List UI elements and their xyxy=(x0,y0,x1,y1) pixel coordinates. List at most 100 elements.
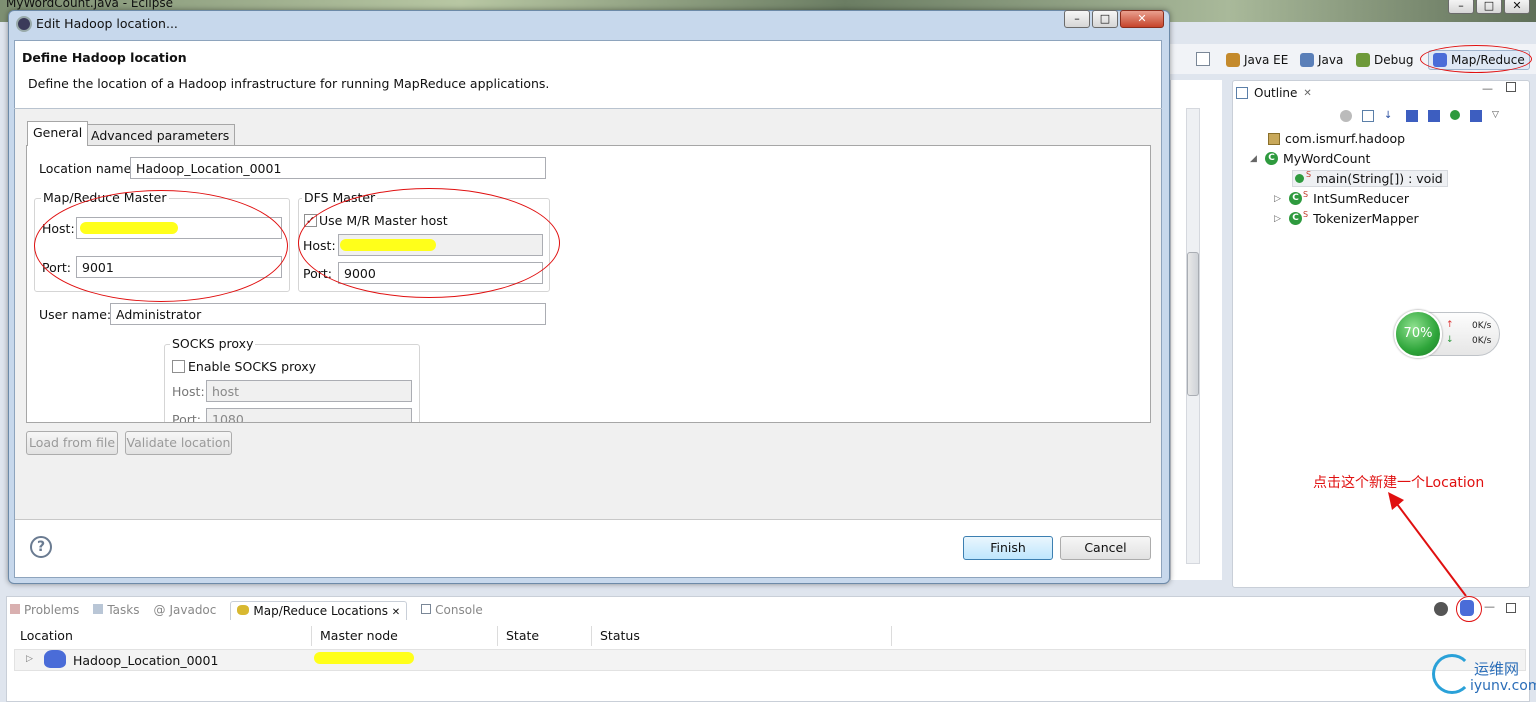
open-perspective-icon[interactable] xyxy=(1196,52,1210,66)
console-icon xyxy=(421,604,432,614)
tab-console[interactable]: Console xyxy=(421,603,483,617)
collapsed-arrow-icon[interactable]: ▷ xyxy=(1274,194,1284,204)
close-button[interactable]: ✕ xyxy=(1504,0,1530,14)
tree-label: IntSumReducer xyxy=(1313,191,1409,206)
column-header-master-node[interactable]: Master node xyxy=(312,626,498,646)
locations-table-header: Location Master node State Status xyxy=(12,626,1528,646)
hide-fields-icon[interactable] xyxy=(1406,110,1418,122)
class-icon: C xyxy=(1289,192,1302,205)
minimize-button[interactable]: – xyxy=(1064,10,1090,28)
tab-label: Javadoc xyxy=(169,603,217,617)
hide-static-icon[interactable] xyxy=(1428,110,1440,122)
annotation-circle xyxy=(1456,596,1482,622)
outline-tab-label: Outline xyxy=(1254,86,1298,100)
tree-item-class[interactable]: ◢ C MyWordCount xyxy=(1250,151,1370,166)
tab-tasks[interactable]: Tasks xyxy=(93,603,139,617)
location-name-field[interactable]: Hadoop_Location_0001 xyxy=(130,157,546,179)
location-name-label: Location name: xyxy=(39,161,136,176)
maximize-icon[interactable] xyxy=(1506,603,1516,613)
annotation-circle xyxy=(1420,45,1532,73)
javadoc-icon: @ xyxy=(153,603,166,617)
class-icon: C xyxy=(1289,212,1302,225)
minimize-button[interactable]: – xyxy=(1448,0,1474,14)
location-name-cell: Hadoop_Location_0001 xyxy=(73,653,219,668)
tab-map-reduce-locations[interactable]: Map/Reduce Locations ✕ xyxy=(230,600,408,620)
perspective-debug[interactable]: Debug xyxy=(1356,50,1413,70)
gear-icon[interactable] xyxy=(1434,602,1448,616)
collapse-all-icon[interactable] xyxy=(1362,110,1374,122)
static-marker: S xyxy=(1303,190,1309,199)
elephant-icon xyxy=(237,604,250,615)
tree-item-class[interactable]: ▷ C S IntSumReducer xyxy=(1274,190,1409,206)
dialog-heading: Define Hadoop location xyxy=(22,50,187,65)
outline-toolbar: ↓ ▽ xyxy=(1340,110,1499,122)
eclipse-window-title: MyWordCount.java - Eclipse xyxy=(6,0,173,10)
tab-label: Map/Reduce Locations xyxy=(253,603,388,618)
load-from-file-button[interactable]: Load from file xyxy=(26,431,118,455)
sort-icon[interactable]: ↓ xyxy=(1384,110,1396,122)
eclipse-window-controls: – □ ✕ xyxy=(1448,0,1530,14)
tab-label: Console xyxy=(435,603,483,617)
minimize-icon[interactable]: — xyxy=(1482,82,1493,95)
watermark-name: 运维网 xyxy=(1474,660,1520,678)
annotation-circle xyxy=(34,190,288,302)
column-header-location[interactable]: Location xyxy=(12,626,312,646)
tree-label: TokenizerMapper xyxy=(1313,211,1419,226)
help-icon[interactable]: ? xyxy=(30,536,52,558)
close-icon[interactable]: ✕ xyxy=(1303,88,1311,99)
socks-host-field[interactable]: host xyxy=(206,380,412,402)
user-name-label: User name: xyxy=(39,307,112,322)
user-name-field[interactable]: Administrator xyxy=(110,303,546,325)
perspective-java[interactable]: Java xyxy=(1300,50,1343,70)
tree-label: com.ismurf.hadoop xyxy=(1285,131,1406,146)
maximize-button[interactable]: □ xyxy=(1476,0,1502,14)
hide-nonpublic-icon[interactable] xyxy=(1450,110,1460,120)
tree-item-package[interactable]: com.ismurf.hadoop xyxy=(1268,131,1405,146)
watermark-url: iyunv.com xyxy=(1470,678,1536,694)
maximize-button[interactable]: □ xyxy=(1092,10,1118,28)
perspective-label: Debug xyxy=(1374,53,1414,67)
enable-socks-checkbox[interactable] xyxy=(172,360,185,373)
validate-location-button[interactable]: Validate location xyxy=(125,431,232,455)
table-row[interactable] xyxy=(14,649,1526,671)
tab-problems[interactable]: Problems xyxy=(10,603,79,617)
tab-label: Problems xyxy=(24,603,80,617)
finish-button[interactable]: Finish xyxy=(963,536,1053,560)
column-header-status[interactable]: Status xyxy=(592,626,892,646)
minimize-icon[interactable]: — xyxy=(1484,600,1495,613)
tree-item-class[interactable]: ▷ C S TokenizerMapper xyxy=(1274,210,1419,226)
focus-icon[interactable] xyxy=(1340,110,1352,122)
annotation-arrow xyxy=(1388,492,1467,597)
perspective-java-ee[interactable]: Java EE xyxy=(1226,50,1288,70)
expanded-arrow-icon[interactable]: ◢ xyxy=(1250,154,1260,164)
upload-speed: 0K/s xyxy=(1472,321,1492,331)
maximize-icon[interactable] xyxy=(1506,82,1516,92)
dialog-description: Define the location of a Hadoop infrastr… xyxy=(28,76,550,91)
column-header-state[interactable]: State xyxy=(498,626,592,646)
tab-javadoc[interactable]: @ Javadoc xyxy=(153,603,216,617)
close-button[interactable]: ✕ xyxy=(1120,10,1164,28)
cancel-button[interactable]: Cancel xyxy=(1060,536,1151,560)
perspective-label: Java EE xyxy=(1244,53,1289,67)
socks-port-label: Port: xyxy=(172,412,201,422)
socks-host-label: Host: xyxy=(172,384,205,399)
tab-general[interactable]: General xyxy=(27,121,89,146)
close-icon[interactable]: ✕ xyxy=(392,607,400,618)
public-method-icon xyxy=(1295,174,1304,183)
socks-proxy-title: SOCKS proxy xyxy=(170,336,256,351)
editor-scroll-thumb[interactable] xyxy=(1187,252,1199,396)
socks-port-field[interactable]: 1080 xyxy=(206,408,412,422)
tab-advanced-parameters[interactable]: Advanced parameters xyxy=(85,124,236,146)
socks-clip-area: SOCKS proxy Enable SOCKS proxy Host: hos… xyxy=(26,336,1150,422)
collapsed-arrow-icon[interactable]: ▷ xyxy=(1274,214,1284,224)
tree-item-method[interactable]: S main(String[]) : void xyxy=(1292,170,1448,187)
bottom-tab-bar: Problems Tasks @ Javadoc Map/Reduce Locat… xyxy=(10,600,483,620)
view-menu-icon[interactable]: ▽ xyxy=(1492,110,1499,122)
problems-icon xyxy=(10,604,20,614)
collapsed-arrow-icon[interactable]: ▷ xyxy=(26,654,33,664)
hide-local-types-icon[interactable] xyxy=(1470,110,1482,122)
package-icon xyxy=(1268,132,1280,145)
elephant-icon xyxy=(44,650,66,668)
tab-outline[interactable]: Outline ✕ xyxy=(1236,82,1312,104)
eclipse-app-icon xyxy=(16,16,32,32)
